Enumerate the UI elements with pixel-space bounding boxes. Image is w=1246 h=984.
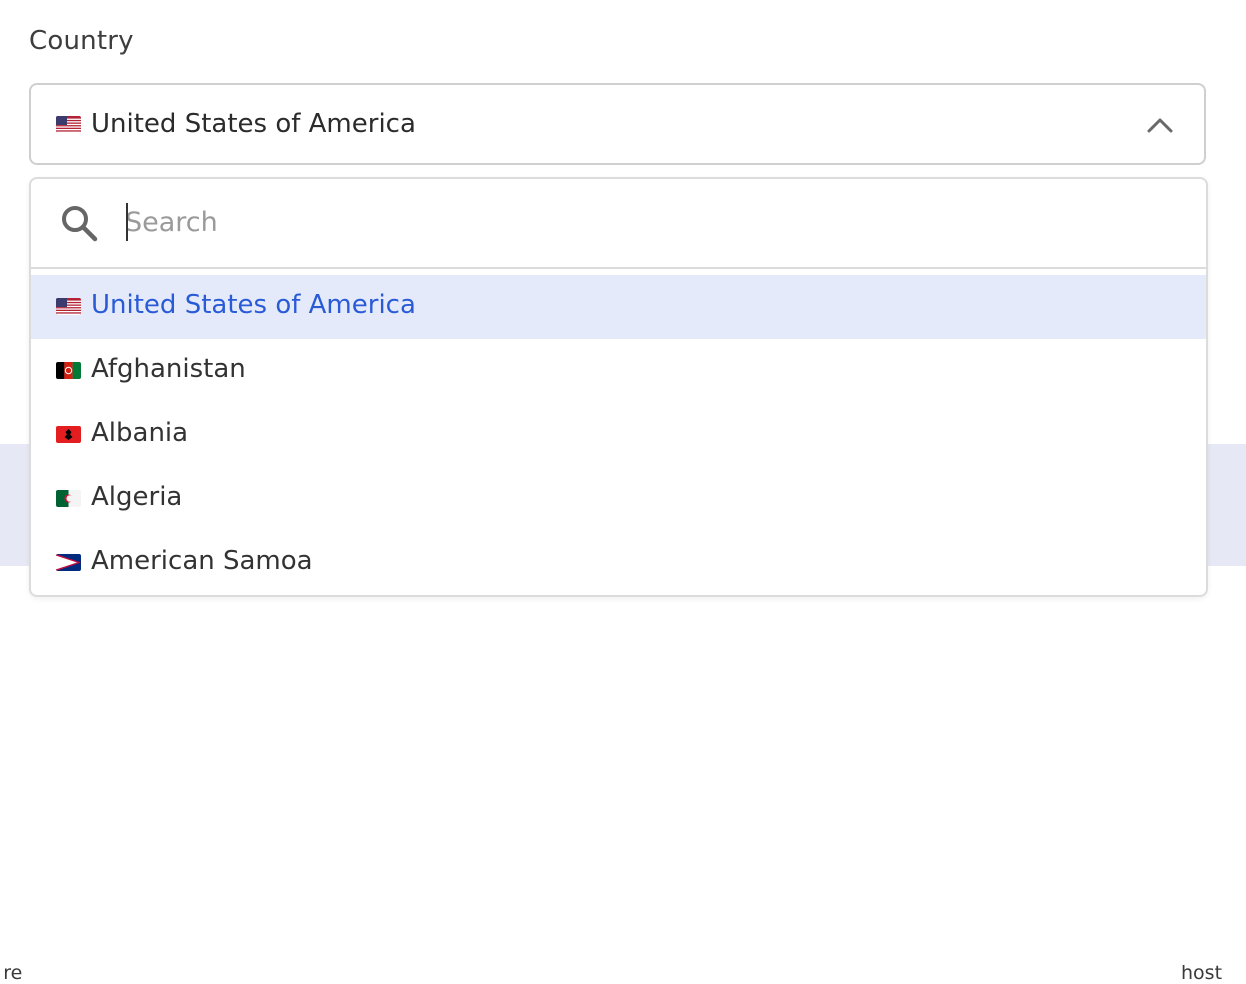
option-albania[interactable]: Albania (31, 403, 1206, 467)
text-caret (126, 203, 128, 241)
option-label: Albania (91, 418, 189, 448)
option-afghanistan[interactable]: Afghanistan (31, 339, 1206, 403)
option-label: American Samoa (91, 546, 313, 576)
us-flag-icon (56, 298, 81, 315)
search-icon (59, 203, 101, 245)
af-flag-icon (56, 362, 81, 379)
country-options: United States of America Afghanistan Alb… (31, 275, 1206, 595)
option-american-samoa[interactable]: American Samoa (31, 531, 1206, 595)
option-label: Algeria (91, 482, 183, 512)
country-label: Country (29, 26, 134, 56)
chevron-up-icon[interactable] (1145, 115, 1175, 135)
country-dropdown: United States of America Afghanistan (29, 177, 1208, 597)
banner-text-right: host (1181, 962, 1223, 984)
us-flag-icon (56, 116, 81, 133)
option-label: Afghanistan (91, 354, 246, 384)
selected-country: United States of America (91, 109, 416, 139)
search-input[interactable] (125, 199, 1165, 245)
as-flag-icon (56, 554, 81, 571)
search-row (31, 179, 1206, 269)
option-algeria[interactable]: Algeria (31, 467, 1206, 531)
option-united-states[interactable]: United States of America (31, 275, 1206, 339)
option-label: United States of America (91, 290, 416, 320)
al-flag-icon (56, 426, 81, 443)
banner-text-left: y re (0, 962, 23, 984)
dz-flag-icon (56, 490, 81, 507)
country-select[interactable]: United States of America (29, 83, 1206, 165)
